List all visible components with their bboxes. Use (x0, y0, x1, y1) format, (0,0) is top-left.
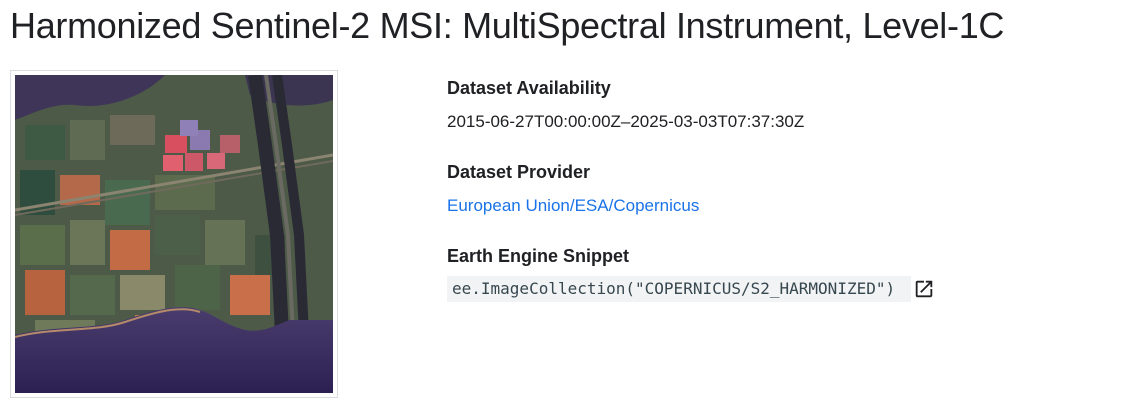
provider-section: Dataset Provider European Union/ESA/Cope… (447, 158, 1127, 220)
snippet-heading: Earth Engine Snippet (447, 246, 630, 266)
provider-link[interactable]: European Union/ESA/Copernicus (447, 196, 699, 215)
snippet-row: ee.ImageCollection("COPERNICUS/S2_HARMON… (447, 276, 1127, 302)
availability-heading: Dataset Availability (447, 78, 611, 98)
snippet-code[interactable]: ee.ImageCollection("COPERNICUS/S2_HARMON… (447, 276, 912, 302)
availability-section: Dataset Availability 2015-06-27T00:00:00… (447, 74, 1127, 136)
dataset-thumbnail (10, 70, 338, 398)
availability-value: 2015-06-27T00:00:00Z–2025-03-03T07:37:30… (447, 112, 805, 131)
dataset-metadata: Dataset Availability 2015-06-27T00:00:00… (447, 74, 1127, 324)
satellite-image-thumbnail (15, 75, 333, 393)
provider-heading: Dataset Provider (447, 162, 591, 182)
open-in-new-icon[interactable] (913, 278, 935, 300)
page-title: Harmonized Sentinel-2 MSI: MultiSpectral… (10, 5, 1005, 46)
snippet-section: Earth Engine Snippet ee.ImageCollection(… (447, 242, 1127, 302)
